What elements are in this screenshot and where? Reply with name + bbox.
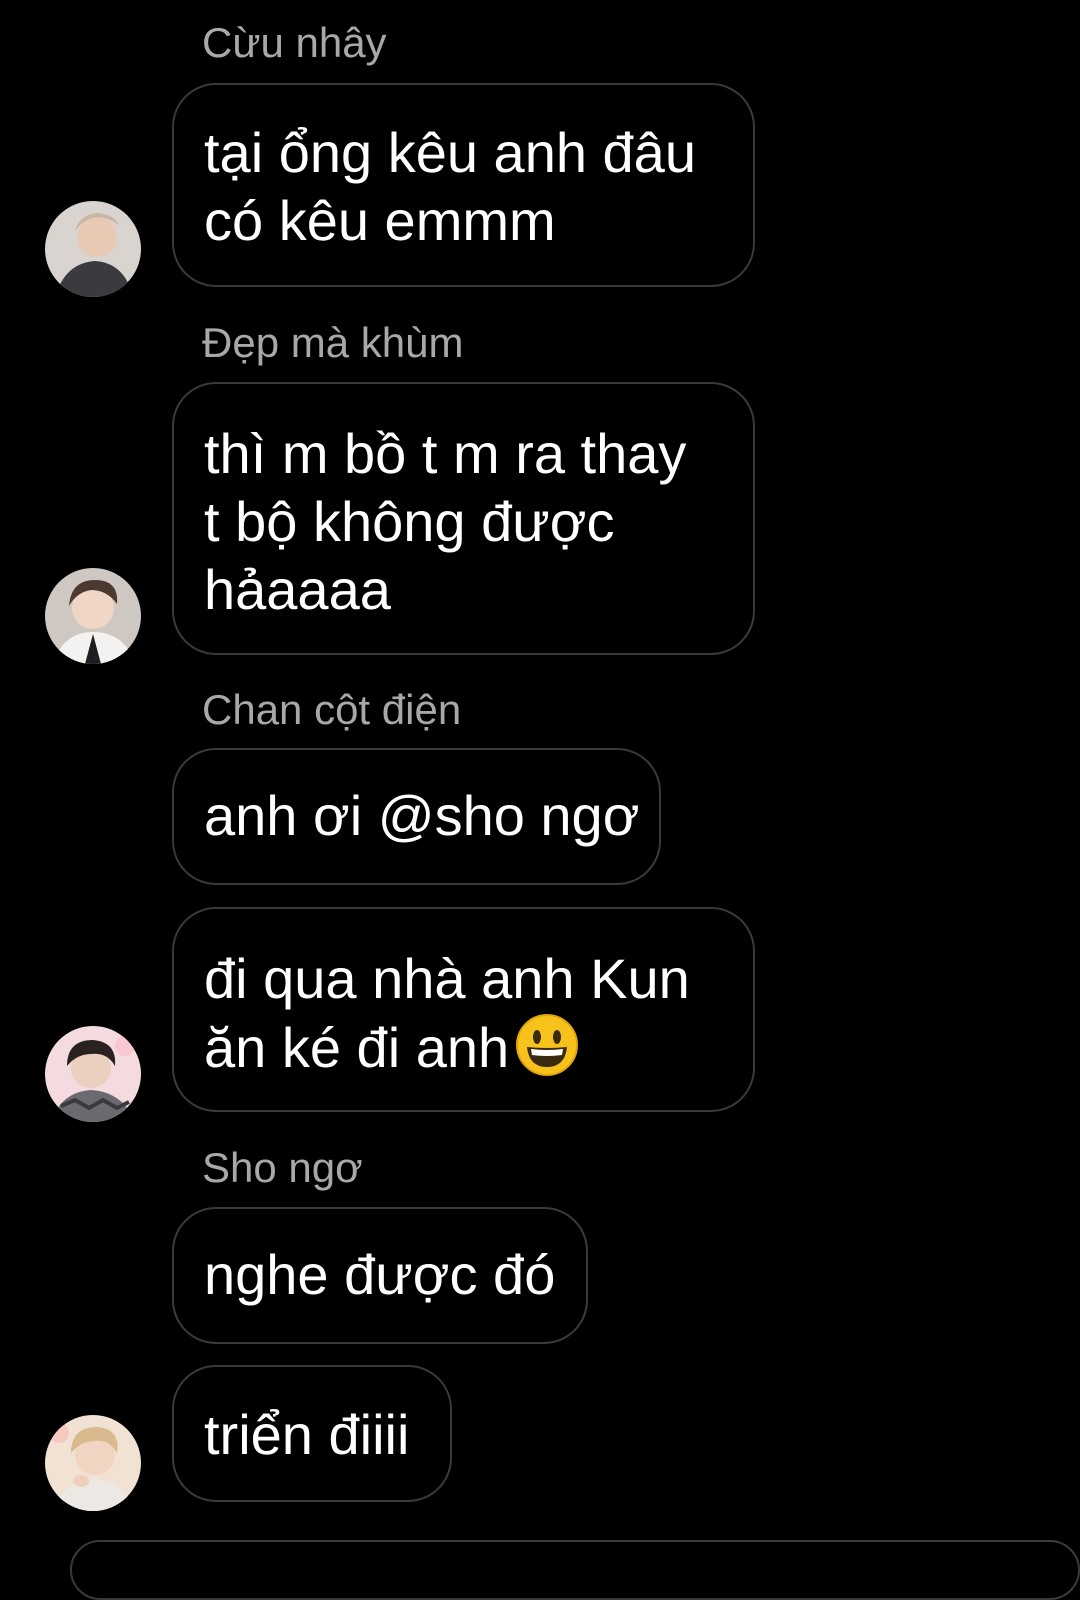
avatar-photo bbox=[45, 1415, 141, 1511]
avatar[interactable] bbox=[45, 1026, 141, 1122]
message-text: nghe được đó bbox=[204, 1243, 556, 1306]
message-text: t bộ không được bbox=[204, 490, 615, 553]
message-bubble[interactable]: tại ổng kêu anh đâu có kêu emmm bbox=[172, 83, 755, 287]
sender-name[interactable]: Đẹp mà khùm bbox=[202, 318, 463, 368]
message-text: triển điiii bbox=[204, 1403, 410, 1466]
message-text: đi qua nhà anh Kun bbox=[204, 947, 690, 1010]
message-text: ăn ké đi anh bbox=[204, 1013, 723, 1082]
message-text: có kêu emmm bbox=[204, 189, 556, 252]
avatar[interactable] bbox=[45, 1415, 141, 1511]
avatar-photo bbox=[45, 201, 141, 297]
message-bubble[interactable]: triển điiii bbox=[172, 1365, 452, 1502]
sender-name[interactable]: Cừu nhây bbox=[202, 18, 387, 68]
avatar-photo bbox=[45, 568, 141, 664]
grinning-face-emoji bbox=[515, 1013, 579, 1077]
message-text: thì m bồ t m ra thay bbox=[204, 422, 687, 485]
message-bubble[interactable]: nghe được đó bbox=[172, 1207, 588, 1344]
message-bubble[interactable]: anh ơi @sho ngơ bbox=[172, 748, 661, 885]
avatar[interactable] bbox=[45, 201, 141, 297]
message-text: tại ổng kêu anh đâu bbox=[204, 121, 696, 184]
message-text: anh ơi @sho ngơ bbox=[204, 784, 640, 847]
avatar[interactable] bbox=[45, 568, 141, 664]
message-text: hảaaaa bbox=[204, 558, 391, 621]
avatar-photo bbox=[45, 1026, 141, 1122]
sender-name[interactable]: Chan cột điện bbox=[202, 685, 461, 735]
sender-name[interactable]: Sho ngơ bbox=[202, 1143, 363, 1193]
message-bubble[interactable]: thì m bồ t m ra thay t bộ không được hảa… bbox=[172, 382, 755, 655]
message-text-fragment: ăn ké đi anh bbox=[204, 1016, 510, 1079]
message-composer[interactable] bbox=[70, 1540, 1080, 1600]
message-bubble[interactable]: đi qua nhà anh Kun ăn ké đi anh bbox=[172, 907, 755, 1112]
